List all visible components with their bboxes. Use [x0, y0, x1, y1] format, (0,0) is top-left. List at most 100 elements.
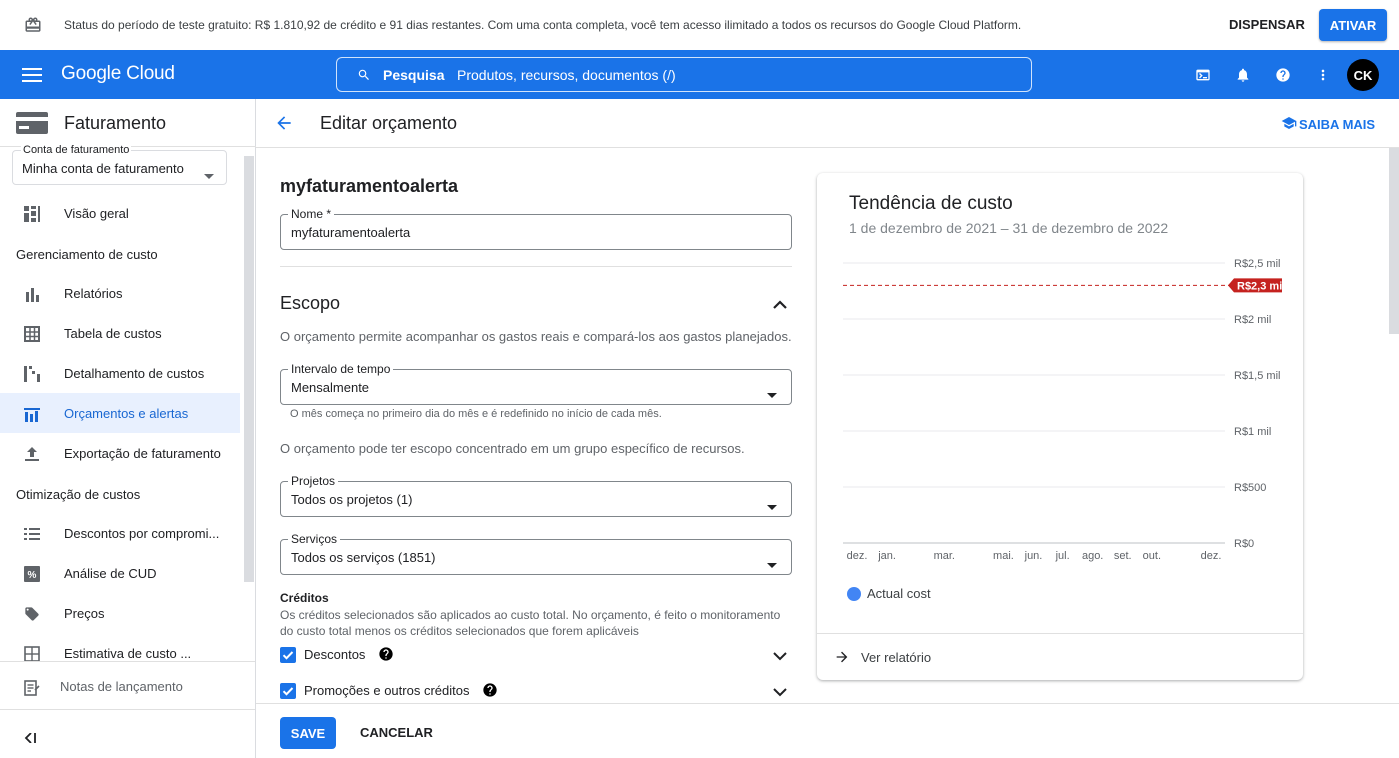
- x-tick-label: dez.: [1201, 550, 1222, 562]
- sidebar-item-cost-estimate[interactable]: Estimativa de custo ...: [0, 633, 240, 661]
- save-button[interactable]: SAVE: [280, 717, 336, 749]
- back-arrow-icon[interactable]: [274, 113, 294, 138]
- sidebar-item-label: Exportação de faturamento: [64, 446, 221, 461]
- terminal-icon[interactable]: [1195, 67, 1211, 88]
- projects-label: Projetos: [288, 474, 339, 488]
- credits-description: Os créditos selecionados são aplicados a…: [280, 608, 781, 638]
- menu-icon[interactable]: [22, 67, 42, 88]
- cancel-button[interactable]: CANCELAR: [360, 725, 433, 740]
- release-notes-label: Notas de lançamento: [60, 679, 183, 694]
- collapse-icon: [24, 730, 36, 748]
- section-cost-management: Gerenciamento de custo: [16, 247, 158, 262]
- credits-title: Créditos: [280, 591, 329, 605]
- name-field[interactable]: Nome * myfaturamentoalerta: [280, 207, 792, 250]
- promotions-label: Promoções e outros créditos: [304, 683, 470, 698]
- y-tick-label: R$2 mil: [1234, 314, 1271, 326]
- sidebar-item-label: Visão geral: [64, 206, 129, 221]
- projects-select[interactable]: Projetos Todos os projetos (1): [280, 474, 792, 517]
- view-report-link[interactable]: Ver relatório: [817, 633, 1303, 680]
- sidebar-item-label: Relatórios: [64, 286, 123, 301]
- school-icon: [1281, 116, 1297, 133]
- chevron-down-icon[interactable]: [772, 684, 788, 702]
- percent-icon: %: [24, 566, 40, 582]
- arrow-right-icon: [833, 649, 851, 670]
- discounts-label: Descontos: [304, 647, 366, 662]
- dashboard-icon: [24, 206, 40, 222]
- x-tick-label: out.: [1143, 550, 1161, 562]
- time-range-hint: O mês começa no primeiro dia do mês e é …: [290, 408, 662, 420]
- y-tick-label: R$2,5 mil: [1234, 258, 1280, 270]
- top-bar: Google Cloud Pesquisa Produtos, recursos…: [0, 50, 1399, 99]
- name-field-value: myfaturamentoalerta: [291, 225, 411, 240]
- budget-icon: [24, 406, 40, 422]
- promotions-checkbox[interactable]: [280, 683, 296, 699]
- sidebar-item-reports[interactable]: Relatórios: [0, 273, 240, 313]
- credit-discounts-row: Descontos: [280, 642, 792, 670]
- sidebar-scrollbar[interactable]: [244, 156, 254, 582]
- x-tick-label: jun.: [1024, 550, 1043, 562]
- dismiss-button[interactable]: DISPENSAR: [1229, 17, 1305, 32]
- bell-icon[interactable]: [1235, 67, 1251, 88]
- sidebar-item-commitment-discounts[interactable]: Descontos por compromi...: [0, 513, 240, 553]
- google-cloud-logo[interactable]: Google Cloud: [61, 63, 175, 85]
- learn-more-label: SAIBA MAIS: [1299, 117, 1376, 132]
- billing-account-select[interactable]: Conta de faturamento Minha conta de fatu…: [12, 144, 227, 185]
- search-bar[interactable]: Pesquisa Produtos, recursos, documentos …: [336, 57, 1032, 92]
- more-vert-icon[interactable]: [1315, 67, 1331, 88]
- section-cost-optimization: Otimização de custos: [16, 487, 141, 502]
- card-title: Tendência de custo: [849, 193, 1013, 214]
- card-subtitle: 1 de dezembro de 2021 – 31 de dezembro d…: [849, 220, 1169, 236]
- sidebar: Faturamento Conta de faturamento Minha c…: [0, 99, 256, 758]
- help-icon[interactable]: [1275, 67, 1291, 88]
- sidebar-item-pricing[interactable]: Preços: [0, 593, 240, 633]
- sidebar-item-label: Orçamentos e alertas: [64, 406, 189, 421]
- x-tick-label: ago.: [1082, 550, 1103, 562]
- budget-label: R$2,3 mil: [1237, 280, 1285, 292]
- learn-more-link[interactable]: SAIBA MAIS: [1281, 116, 1375, 133]
- collapse-sidebar-button[interactable]: [0, 709, 255, 758]
- x-tick-label: dez.: [847, 550, 868, 562]
- trial-message: Status do período de teste gratuito: R$ …: [64, 18, 1022, 32]
- y-tick-label: R$1 mil: [1234, 426, 1271, 438]
- y-tick-label: R$1,5 mil: [1234, 370, 1280, 382]
- sidebar-item-release-notes[interactable]: Notas de lançamento: [0, 661, 255, 709]
- cost-trend-card: Tendência de custo 1 de dezembro de 2021…: [817, 173, 1303, 680]
- time-range-label: Intervalo de tempo: [288, 362, 394, 376]
- help-icon[interactable]: [378, 646, 394, 667]
- svg-text:%: %: [28, 570, 37, 581]
- x-tick-label: jan.: [877, 550, 896, 562]
- scope-hint: O orçamento pode ter escopo concentrado …: [280, 441, 745, 456]
- dropdown-arrow-icon: [204, 166, 214, 184]
- sidebar-item-cud-analysis[interactable]: % Análise de CUD: [0, 553, 240, 593]
- billing-account-value: Minha conta de faturamento: [22, 161, 184, 176]
- breakdown-icon: [24, 366, 40, 382]
- sidebar-title: Faturamento: [64, 113, 167, 133]
- x-tick-label: jul.: [1055, 550, 1070, 562]
- sidebar-item-billing-export[interactable]: Exportação de faturamento: [0, 433, 240, 473]
- main-scrollbar[interactable]: [1389, 148, 1399, 334]
- notes-icon: [24, 680, 40, 701]
- activate-button[interactable]: ATIVAR: [1319, 9, 1387, 41]
- trial-banner: Status do período de teste gratuito: R$ …: [0, 0, 1399, 50]
- y-tick-label: R$0: [1234, 538, 1254, 550]
- avatar[interactable]: CK: [1347, 59, 1379, 91]
- services-select[interactable]: Serviços Todos os serviços (1851): [280, 532, 792, 575]
- export-icon: [24, 446, 40, 462]
- search-placeholder: Produtos, recursos, documentos (/): [457, 67, 676, 83]
- chevron-up-icon[interactable]: [772, 296, 788, 314]
- dropdown-arrow-icon: [767, 497, 777, 515]
- discounts-checkbox[interactable]: [280, 647, 296, 663]
- sidebar-item-budgets-alerts[interactable]: Orçamentos e alertas: [0, 393, 240, 433]
- chart-legend: Actual cost: [847, 586, 931, 601]
- sidebar-item-overview[interactable]: Visão geral: [0, 193, 240, 233]
- sidebar-item-cost-table[interactable]: Tabela de custos: [0, 313, 240, 353]
- help-icon[interactable]: [482, 682, 498, 703]
- sidebar-item-cost-breakdown[interactable]: Detalhamento de custos: [0, 353, 240, 393]
- divider: [280, 266, 792, 267]
- time-range-select[interactable]: Intervalo de tempo Mensalmente: [280, 362, 792, 405]
- sidebar-item-label: Preços: [64, 606, 105, 621]
- projects-value: Todos os projetos (1): [291, 492, 413, 507]
- chevron-down-icon[interactable]: [772, 648, 788, 666]
- calculator-icon: [24, 646, 40, 661]
- x-tick-label: set.: [1114, 550, 1132, 562]
